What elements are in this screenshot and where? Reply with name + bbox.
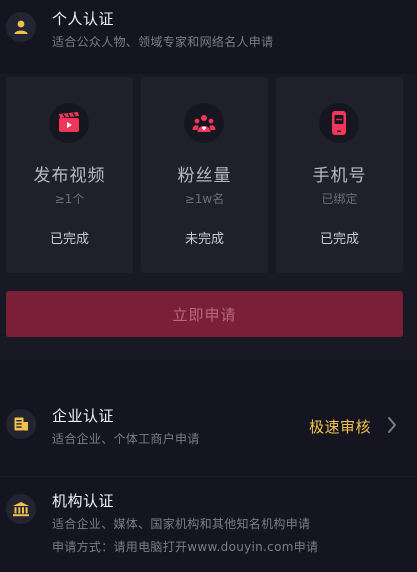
apply-now-button[interactable]: 立即申请: [6, 291, 403, 337]
institution-subtitle: 适合企业、媒体、国家机构和其他知名机构申请: [52, 517, 311, 531]
video-clapper-icon: [49, 103, 89, 143]
chevron-right-icon[interactable]: [387, 416, 397, 438]
card-label: 手机号: [312, 166, 367, 186]
card-label: 粉丝量: [177, 166, 232, 186]
building-icon: [6, 409, 36, 439]
fans-group-icon: [184, 103, 224, 143]
requirement-card-fans: 粉丝量 ≥1w名 未完成: [141, 77, 268, 273]
enterprise-title: 企业认证: [52, 407, 115, 425]
personal-subtitle: 适合公众人物、领域专家和网络名人申请: [52, 35, 274, 49]
personal-title: 个人认证: [52, 10, 115, 28]
card-status: 已完成: [49, 232, 89, 247]
person-icon: [6, 12, 36, 42]
card-requirement: 已绑定: [321, 192, 358, 206]
fast-review-badge: 极速审核: [309, 418, 372, 436]
requirement-card-video: 发布视频 ≥1个 已完成: [6, 77, 133, 273]
enterprise-subtitle: 适合企业、个体工商户申请: [52, 432, 200, 446]
institution-note: 申请方式：请用电脑打开www.douyin.com申请: [52, 540, 319, 554]
institution-title: 机构认证: [52, 492, 115, 510]
requirement-card-phone: 手机号 已绑定 已完成: [276, 77, 403, 273]
card-label: 发布视频: [33, 166, 106, 186]
card-requirement: ≥1个: [54, 192, 85, 206]
card-status: 已完成: [319, 232, 359, 247]
card-requirement: ≥1w名: [184, 192, 225, 206]
card-status: 未完成: [184, 232, 224, 247]
section-divider: [0, 476, 417, 477]
phone-icon: [319, 103, 359, 143]
institution-icon: [6, 494, 36, 524]
